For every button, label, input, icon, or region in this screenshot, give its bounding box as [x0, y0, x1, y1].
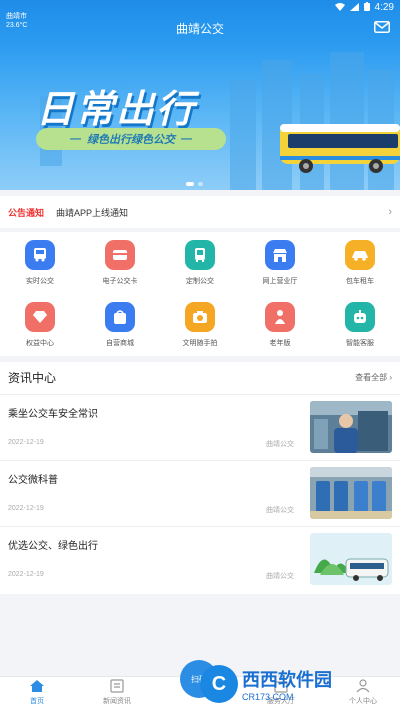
view-all-link[interactable]: 查看全部 ›	[355, 372, 392, 383]
custom-bus-icon	[185, 240, 215, 270]
service-label: 自营商城	[106, 340, 134, 347]
news-item-date: 2022-12-19	[8, 439, 44, 446]
service-label: 定制公交	[186, 278, 214, 285]
bus-illustration	[276, 118, 400, 179]
service-label: 包车租车	[346, 278, 374, 285]
card-icon	[105, 240, 135, 270]
news-item[interactable]: 乘坐公交车安全常识 2022-12-19 曲靖公交	[0, 394, 400, 460]
chevron-right-icon: ›	[388, 206, 392, 218]
news-item-source: 曲靖公交	[266, 573, 294, 580]
carousel-dot[interactable]	[186, 182, 194, 186]
news-header: 资讯中心 查看全部 ›	[0, 362, 400, 392]
service-elderly-mode[interactable]: 老年版	[240, 302, 320, 364]
service-realtime-bus[interactable]: 实时公交	[0, 240, 80, 302]
service-smart-support[interactable]: 智能客服	[320, 302, 400, 364]
service-label: 智能客服	[346, 340, 374, 347]
news-item-source: 曲靖公交	[266, 441, 294, 448]
tab-label: 新闻资讯	[103, 698, 131, 705]
clock: 4:29	[374, 2, 394, 13]
news-thumbnail	[310, 401, 392, 453]
news-item-date: 2022-12-19	[8, 571, 44, 578]
notice-text: 曲靖APP上线通知	[56, 207, 129, 218]
watermark-brand: 西西软件园	[242, 670, 332, 690]
storefront-icon	[265, 240, 295, 270]
bus-icon	[25, 240, 55, 270]
news-section-title: 资讯中心	[8, 370, 57, 385]
service-benefits[interactable]: 权益中心	[0, 302, 80, 364]
service-e-card[interactable]: 电子公交卡	[80, 240, 160, 302]
car-icon	[345, 240, 375, 270]
watermark-site: CR173.COM	[242, 692, 294, 702]
service-mall[interactable]: 自营商城	[80, 302, 160, 364]
news-item-date: 2022-12-19	[8, 505, 44, 512]
skyline-building	[230, 80, 256, 190]
service-grid: 实时公交 电子公交卡 定制公交 网上营业厅 包车租车 权益中心 自营商城 文明随…	[0, 232, 400, 356]
service-car-rental[interactable]: 包车租车	[320, 240, 400, 302]
battery-icon	[363, 2, 370, 13]
service-label: 网上营业厅	[262, 278, 298, 285]
tab-news[interactable]: 新闻资讯	[82, 679, 152, 706]
diamond-icon	[25, 302, 55, 332]
tab-label: 首页	[30, 698, 44, 705]
banner-slogan: — 绿色出行绿色公交 —	[36, 128, 226, 150]
news-thumbnail	[310, 467, 392, 519]
home-icon	[29, 679, 45, 696]
service-label: 权益中心	[26, 340, 54, 347]
notice-tag: 公告通知	[8, 207, 45, 218]
service-civilized-photo[interactable]: 文明随手拍	[160, 302, 240, 364]
news-item-title: 乘坐公交车安全常识	[8, 409, 98, 420]
news-thumbnail	[310, 533, 392, 585]
watermark-logo-icon: C	[200, 665, 238, 703]
status-bar: 4:29	[0, 0, 400, 14]
mail-icon[interactable]	[374, 20, 390, 38]
news-item-title: 公交微科普	[8, 475, 58, 486]
news-item-source: 曲靖公交	[266, 507, 294, 514]
service-custom-bus[interactable]: 定制公交	[160, 240, 240, 302]
wifi-icon	[334, 2, 345, 13]
shopping-bag-icon	[105, 302, 135, 332]
page-title: 曲靖公交	[175, 22, 224, 36]
news-icon	[110, 679, 124, 696]
header-banner: 4:29 曲靖市 23.6°C 曲靖公交 日常出行 — 绿色出行绿色公交 —	[0, 0, 400, 190]
elderly-icon	[265, 302, 295, 332]
camera-icon	[185, 302, 215, 332]
service-label: 实时公交	[26, 278, 54, 285]
signal-icon	[349, 2, 359, 13]
notice-bar[interactable]: 公告通知 曲靖APP上线通知 ›	[0, 196, 400, 228]
service-label: 文明随手拍	[182, 340, 218, 347]
service-online-hall[interactable]: 网上营业厅	[240, 240, 320, 302]
carousel-dot[interactable]	[198, 182, 203, 186]
news-item-title: 优选公交、绿色出行	[8, 541, 98, 552]
service-label: 电子公交卡	[102, 278, 138, 285]
news-section: 资讯中心 查看全部 › 乘坐公交车安全常识 2022-12-19 曲靖公交 公交…	[0, 362, 400, 594]
site-watermark: C 西西软件园 CR173.COM	[200, 664, 392, 704]
tab-home[interactable]: 首页	[2, 679, 72, 706]
news-item[interactable]: 公交微科普 2022-12-19 曲靖公交	[0, 460, 400, 526]
banner-title: 日常出行	[36, 89, 197, 131]
robot-icon	[345, 302, 375, 332]
carousel-indicator[interactable]	[186, 182, 203, 186]
news-item[interactable]: 优选公交、绿色出行 2022-12-19 曲靖公交	[0, 526, 400, 592]
slogan-text: 绿色出行绿色公交	[87, 134, 175, 146]
service-label: 老年版	[269, 340, 291, 347]
